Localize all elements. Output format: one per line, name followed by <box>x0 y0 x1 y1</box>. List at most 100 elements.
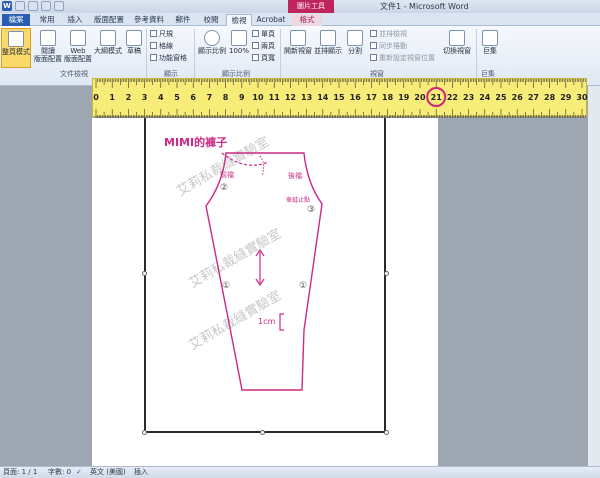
ruler-number: 15 <box>333 93 345 102</box>
tab-format[interactable]: 格式 <box>292 14 322 26</box>
reset-position-icon <box>370 54 377 61</box>
tab-references[interactable]: 參考資料 <box>130 14 168 26</box>
zoom-button[interactable]: 顯示比例 <box>197 28 227 68</box>
ruler-label: 尺規 <box>159 30 173 38</box>
macros-label: 巨集 <box>483 47 497 55</box>
grain-arrow <box>255 248 265 287</box>
new-window-icon <box>290 30 306 46</box>
macros-button[interactable]: 巨集 <box>479 28 501 68</box>
side-by-side-icon <box>370 30 377 37</box>
new-window-label: 開新視窗 <box>284 47 312 55</box>
zoom-100-icon <box>231 30 247 46</box>
side-by-side-button[interactable]: 並排檢視 <box>370 29 407 39</box>
status-bar: 頁面: 1 / 1 字數: 0 ✓ 英文 (美國) 插入 <box>0 466 600 478</box>
tab-page-layout[interactable]: 版面配置 <box>90 14 128 26</box>
reset-position-label: 重新設定視窗位置 <box>379 54 435 62</box>
ribbon-tabs: 檔案 常用 插入 版面配置 參考資料 郵件 校閱 檢視 Acrobat 格式 <box>0 13 600 26</box>
window-title: 文件1 - Microsoft Word <box>380 2 469 11</box>
gridlines-label: 格線 <box>159 42 173 50</box>
new-window-button[interactable]: 開新視窗 <box>283 28 313 68</box>
ruler-checkbox[interactable]: 尺規 <box>150 29 173 39</box>
print-layout-label: 整頁模式 <box>2 48 30 56</box>
ruler-number: 21 <box>431 93 443 102</box>
ruler-number: 19 <box>398 93 410 102</box>
full-screen-reading-icon <box>40 30 56 46</box>
page-width-label: 頁寬 <box>261 54 275 62</box>
web-layout-icon <box>70 30 86 46</box>
ruler-number: 26 <box>512 93 524 102</box>
arrange-all-button[interactable]: 並排顯示 <box>313 28 343 68</box>
ruler-number: 5 <box>174 93 180 102</box>
title-bar: W 圖片工具 文件1 - Microsoft Word <box>0 0 600 13</box>
tab-home[interactable]: 常用 <box>34 14 60 26</box>
split-icon <box>347 30 363 46</box>
ruler-number: 28 <box>544 93 556 102</box>
split-button[interactable]: 分割 <box>344 28 366 68</box>
switch-windows-label: 切換視窗 <box>443 47 471 55</box>
one-page-button[interactable]: 單頁 <box>252 29 275 39</box>
tab-review[interactable]: 校閱 <box>198 14 224 26</box>
undo-icon[interactable] <box>28 1 38 11</box>
draft-button[interactable]: 草稿 <box>123 28 145 68</box>
ruler-number: 7 <box>207 93 213 102</box>
pattern-title: MIMI的褲子 <box>164 135 227 149</box>
ruler-number: 8 <box>223 93 229 102</box>
word-count[interactable]: 字數: 0 <box>48 467 71 478</box>
redo-icon[interactable] <box>41 1 51 11</box>
tab-acrobat[interactable]: Acrobat <box>254 14 288 26</box>
sync-scroll-icon <box>370 42 377 49</box>
nav-pane-checkbox[interactable]: 功能窗格 <box>150 53 187 63</box>
full-screen-reading-button[interactable]: 閱讀 版面配置 <box>33 28 63 68</box>
switch-windows-icon <box>449 30 465 46</box>
insert-mode[interactable]: 插入 <box>134 467 148 478</box>
stitch-stop-label: 車縫止點 <box>286 196 310 204</box>
picture-tools-label: 圖片工具 <box>288 0 334 13</box>
tab-view[interactable]: 檢視 <box>226 14 252 26</box>
ruler-number: 27 <box>528 93 539 102</box>
switch-windows-button[interactable]: 切換視窗 <box>440 28 474 68</box>
arrange-all-label: 並排顯示 <box>314 47 342 55</box>
tab-mailings[interactable]: 郵件 <box>170 14 196 26</box>
seam-allowance-label: 1cm <box>258 317 275 326</box>
ruler-number: 25 <box>495 93 507 102</box>
ruler-number: 2 <box>126 93 132 102</box>
zoom-100-label: 100% <box>228 47 249 55</box>
ruler-number: 17 <box>366 93 377 102</box>
ruler-number: 10 <box>252 93 264 102</box>
side-by-side-label: 並排檢視 <box>379 30 407 38</box>
draft-icon <box>126 30 142 46</box>
ruler-number: 23 <box>463 93 474 102</box>
print-layout-button[interactable]: 整頁模式 <box>1 28 31 68</box>
ruler-number: 4 <box>158 93 164 102</box>
gridlines-checkbox[interactable]: 格線 <box>150 41 173 51</box>
word-logo-icon[interactable]: W <box>2 1 12 11</box>
checkbox-icon <box>150 30 157 37</box>
customize-icon[interactable] <box>54 1 64 11</box>
proofing-icon[interactable]: ✓ <box>76 467 82 478</box>
separator <box>194 29 195 81</box>
piece-number: ② <box>220 183 228 193</box>
tab-insert[interactable]: 插入 <box>62 14 88 26</box>
piece-number: ① <box>222 281 230 291</box>
split-label: 分割 <box>348 47 362 55</box>
vertical-scrollbar[interactable] <box>588 86 600 466</box>
page-count[interactable]: 頁面: 1 / 1 <box>3 467 37 478</box>
two-pages-icon <box>252 42 259 49</box>
one-page-label: 單頁 <box>261 30 275 38</box>
outline-button[interactable]: 大綱模式 <box>94 28 122 68</box>
language[interactable]: 英文 (美國) <box>90 467 126 478</box>
page-width-button[interactable]: 頁寬 <box>252 53 275 63</box>
ruler-number: 16 <box>350 93 362 102</box>
save-icon[interactable] <box>15 1 25 11</box>
reset-window-position-button[interactable]: 重新設定視窗位置 <box>370 53 435 63</box>
web-layout-button[interactable]: Web 版面配置 <box>63 28 93 68</box>
two-pages-button[interactable]: 兩頁 <box>252 41 275 51</box>
ruler-number: 29 <box>560 93 572 102</box>
ruler-number: 18 <box>382 93 394 102</box>
ruler-number: 9 <box>239 93 245 102</box>
tab-file[interactable]: 檔案 <box>2 14 30 26</box>
sync-scroll-button[interactable]: 同步捲動 <box>370 41 407 51</box>
zoom-100-button[interactable]: 100% <box>228 28 250 68</box>
doc-views-group-label: 文件檢視 <box>60 70 88 78</box>
ruler-number: 22 <box>447 93 458 102</box>
